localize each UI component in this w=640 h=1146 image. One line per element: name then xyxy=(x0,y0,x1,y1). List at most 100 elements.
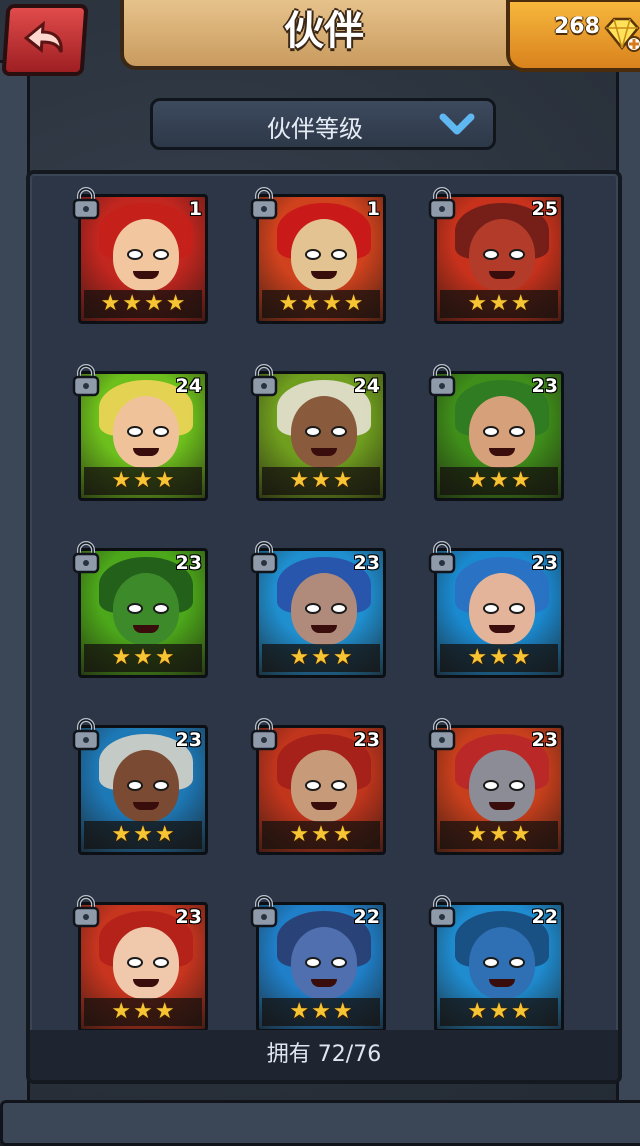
star-icon: ★ xyxy=(122,291,142,316)
portrait-eye xyxy=(483,603,499,614)
star-icon: ★ xyxy=(278,291,299,316)
star-icon: ★ xyxy=(111,645,132,670)
companion-level: 24 xyxy=(353,375,380,397)
sort-dropdown[interactable]: 伙伴等级 xyxy=(150,98,496,150)
portrait-eye xyxy=(483,249,499,260)
star-rating: ★★★ xyxy=(84,821,202,849)
padlock-icon xyxy=(426,186,458,224)
companion-level: 1 xyxy=(188,198,202,220)
portrait-face xyxy=(291,750,357,822)
companion-card[interactable]: ★★★ 23 xyxy=(72,541,208,678)
star-rating: ★★★ xyxy=(440,467,558,495)
star-rating: ★★★ xyxy=(84,467,202,495)
companion-card[interactable]: ★★★★ 1 xyxy=(250,187,386,324)
portrait-eye xyxy=(127,603,143,614)
companion-card[interactable]: ★★★ 22 xyxy=(250,895,386,1032)
sort-label: 伙伴等级 xyxy=(267,115,363,143)
star-icon: ★ xyxy=(289,999,310,1024)
star-icon: ★ xyxy=(467,822,488,847)
star-icon: ★ xyxy=(154,645,175,670)
portrait-eye xyxy=(509,249,525,260)
companion-card[interactable]: ★★★ 23 xyxy=(428,718,564,855)
portrait-eye xyxy=(509,957,525,968)
portrait-face xyxy=(113,573,179,645)
portrait-eye xyxy=(127,780,143,791)
companion-level: 23 xyxy=(353,552,380,574)
portrait-face xyxy=(469,927,535,999)
companion-level: 24 xyxy=(175,375,202,397)
star-icon: ★ xyxy=(467,645,488,670)
portrait-face xyxy=(291,573,357,645)
screen-frame: 伙伴 268 伙伴等级 ★★★★ 1 ★★★★ 1 ★★★ 25 ★★★ 24 ★★★ 24 ★★★… xyxy=(0,0,640,1146)
back-button[interactable] xyxy=(1,4,89,76)
portrait-eye xyxy=(331,957,347,968)
portrait-face xyxy=(291,219,357,291)
star-icon: ★ xyxy=(111,468,132,493)
companion-card[interactable]: ★★★ 24 xyxy=(250,364,386,501)
star-rating: ★★★ xyxy=(262,998,380,1026)
star-icon: ★ xyxy=(510,645,531,670)
portrait-mouth xyxy=(489,271,515,279)
star-icon: ★ xyxy=(111,999,132,1024)
companion-card[interactable]: ★★★ 25 xyxy=(428,187,564,324)
diamond-plus-icon xyxy=(604,17,640,52)
star-icon: ★ xyxy=(289,645,310,670)
portrait-mouth xyxy=(489,802,515,810)
portrait-mouth xyxy=(311,625,337,633)
padlock-icon xyxy=(70,894,102,932)
gem-counter[interactable]: 268 xyxy=(506,0,640,72)
companion-card[interactable]: ★★★ 23 xyxy=(428,364,564,501)
companion-card[interactable]: ★★★ 23 xyxy=(72,895,208,1032)
companion-card[interactable]: ★★★ 23 xyxy=(72,718,208,855)
star-icon: ★ xyxy=(510,822,531,847)
star-icon: ★ xyxy=(154,822,175,847)
portrait-face xyxy=(469,750,535,822)
star-rating: ★★★ xyxy=(262,644,380,672)
title-banner: 伙伴 xyxy=(120,0,528,70)
companion-level: 23 xyxy=(175,729,202,751)
companion-card[interactable]: ★★★ 22 xyxy=(428,895,564,1032)
padlock-icon xyxy=(70,186,102,224)
portrait-face xyxy=(469,573,535,645)
portrait-eye xyxy=(153,426,169,437)
star-icon: ★ xyxy=(510,999,531,1024)
portrait-face xyxy=(113,219,179,291)
star-rating: ★★★★ xyxy=(84,290,202,318)
portrait-eye xyxy=(305,426,321,437)
owned-count: 拥有 72/76 xyxy=(266,1042,382,1067)
frame-rock-bottom xyxy=(0,1100,640,1146)
portrait-eye xyxy=(483,780,499,791)
star-icon: ★ xyxy=(100,291,121,316)
portrait-eye xyxy=(153,603,169,614)
companion-level: 22 xyxy=(531,906,558,928)
star-rating: ★★★ xyxy=(84,998,202,1026)
portrait-mouth xyxy=(133,271,159,279)
companion-level: 22 xyxy=(353,906,380,928)
companion-card[interactable]: ★★★ 23 xyxy=(428,541,564,678)
portrait-mouth xyxy=(133,625,159,633)
star-rating: ★★★ xyxy=(84,644,202,672)
portrait-face xyxy=(291,927,357,999)
portrait-mouth xyxy=(311,979,337,987)
companion-card[interactable]: ★★★ 24 xyxy=(72,364,208,501)
star-icon: ★ xyxy=(133,999,153,1024)
companion-card[interactable]: ★★★ 23 xyxy=(250,718,386,855)
star-rating: ★★★ xyxy=(440,290,558,318)
companion-card[interactable]: ★★★★ 1 xyxy=(72,187,208,324)
portrait-eye xyxy=(127,957,143,968)
star-icon: ★ xyxy=(165,291,186,316)
companion-level: 23 xyxy=(175,552,202,574)
star-rating: ★★★ xyxy=(440,644,558,672)
padlock-icon xyxy=(70,540,102,578)
star-icon: ★ xyxy=(154,468,175,493)
padlock-icon xyxy=(70,717,102,755)
portrait-eye xyxy=(153,780,169,791)
companion-card[interactable]: ★★★ 23 xyxy=(250,541,386,678)
companion-level: 23 xyxy=(531,375,558,397)
portrait-eye xyxy=(127,426,143,437)
companion-level: 23 xyxy=(531,729,558,751)
padlock-icon xyxy=(248,717,280,755)
companion-grid-panel: ★★★★ 1 ★★★★ 1 ★★★ 25 ★★★ 24 ★★★ 24 ★★★ 23 ★★★ 23 ★★★ 23… xyxy=(26,170,622,1084)
star-rating: ★★★ xyxy=(440,998,558,1026)
portrait-eye xyxy=(331,426,347,437)
